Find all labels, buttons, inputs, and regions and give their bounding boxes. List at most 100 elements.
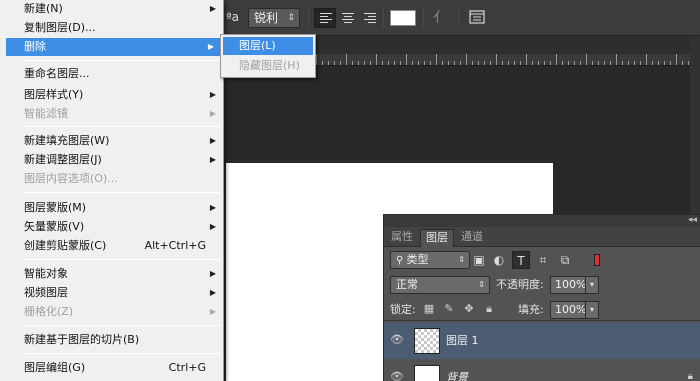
eye-icon[interactable]: 👁︎ (390, 371, 404, 381)
chevron-updown-icon: ⇕ (287, 13, 295, 23)
ruler-tick (442, 61, 443, 65)
menu-item-duplicate[interactable]: 复制图层(D)... (0, 19, 222, 37)
panels-icon[interactable] (468, 8, 486, 28)
menu-item-layer-style[interactable]: 图层样式(Y) ▶ (0, 86, 222, 104)
menu-item-create-clipping-mask[interactable]: 创建剪贴蒙版(C) Alt+Ctrl+G (0, 237, 222, 255)
ruler-tick (334, 61, 335, 65)
lock-label: 锁定: (390, 303, 416, 316)
ruler-tick (556, 54, 557, 65)
layers-panel: ◂◂ 属性 图层 通道 ⚲ 类型 ⇕ ▣ ◐ T ⌗ ⧉ 正常 ⇕ 不透明度: … (383, 214, 700, 381)
chevron-updown-icon: ⇕ (478, 280, 485, 289)
ruler-tick (490, 61, 491, 65)
ruler-tick (376, 54, 377, 65)
submenu-arrow-icon: ▶ (209, 269, 216, 278)
shape-filter-icon[interactable]: ⌗ (534, 251, 552, 269)
image-filter-icon[interactable]: ▣ (470, 251, 488, 269)
layer-thumbnail (414, 328, 440, 354)
vertical-scrollbar[interactable] (690, 36, 700, 216)
menu-item-group-layers[interactable]: 图层编组(G) Ctrl+G (0, 359, 222, 377)
menu-item-label: 矢量蒙版(V) (24, 220, 85, 233)
ruler-tick (496, 54, 497, 65)
ruler-tick (454, 61, 455, 65)
toolbar-divider (383, 8, 384, 28)
menu-item-new[interactable]: 新建(N) ▶ (0, 0, 222, 18)
menu-item-video-layers[interactable]: 视频图层 ▶ (0, 284, 222, 302)
smart-object-filter-icon[interactable]: ⧉ (556, 251, 574, 269)
opacity-input[interactable]: 100% (550, 276, 586, 294)
submenu-arrow-icon: ▶ (209, 155, 216, 164)
layer-row[interactable]: 👁︎ 图层 1 (384, 323, 700, 359)
menu-divider (22, 353, 220, 354)
ruler-tick (412, 61, 413, 65)
menu-item-new-fill-layer[interactable]: 新建填充图层(W) ▶ (0, 132, 222, 150)
ruler-tick (604, 61, 605, 65)
menu-item-smart-object[interactable]: 智能对象 ▶ (0, 265, 222, 283)
menu-item-layer-mask[interactable]: 图层蒙版(M) ▶ (0, 199, 222, 217)
menu-item-new-adjustment-layer[interactable]: 新建调整图层(J) ▶ (0, 151, 222, 169)
ruler-tick (508, 61, 509, 65)
text-color-swatch[interactable] (390, 10, 416, 26)
lock-all-icon[interactable]: 🔒︎ (482, 301, 496, 317)
ruler-tick (352, 61, 353, 65)
ruler-tick (460, 61, 461, 65)
menu-item-shortcut: Alt+Ctrl+G (144, 239, 206, 252)
tab-channels[interactable]: 通道 (456, 229, 488, 247)
ruler-tick (484, 61, 485, 65)
lock-transparency-icon[interactable]: ▦ (422, 301, 436, 317)
menu-item-label: 智能对象 (24, 267, 68, 280)
ruler-tick (448, 61, 449, 65)
menu-item-vector-mask[interactable]: 矢量蒙版(V) ▶ (0, 218, 222, 236)
tab-layers[interactable]: 图层 (420, 229, 454, 247)
collapse-icon[interactable]: ◂◂ (688, 215, 697, 225)
align-right-icon[interactable] (358, 8, 380, 28)
align-left-icon[interactable] (314, 8, 336, 28)
type-filter-icon[interactable]: T (512, 251, 530, 269)
menu-item-rename[interactable]: 重命名图层... (0, 65, 222, 83)
adjustment-filter-icon[interactable]: ◐ (490, 251, 508, 269)
align-center-icon[interactable] (336, 8, 358, 28)
menu-item-shortcut: Ctrl+G (168, 361, 206, 374)
ruler-tick (400, 61, 401, 65)
ruler-tick (526, 54, 527, 65)
menu-item-label: 重命名图层... (24, 67, 90, 80)
fill-input[interactable]: 100% (550, 301, 586, 319)
menu-item-label: 新建(N) (24, 2, 63, 15)
ruler-tick (406, 54, 407, 65)
chevron-down-icon[interactable]: ▾ (585, 301, 599, 319)
ruler-tick (550, 61, 551, 65)
submenu-arrow-icon: ▶ (209, 4, 216, 13)
filter-type-select[interactable]: ⚲ 类型 ⇕ (390, 251, 470, 269)
chevron-down-icon[interactable]: ▾ (585, 276, 599, 294)
blend-row: 正常 ⇕ 不透明度: 100% ▾ (384, 273, 700, 297)
menu-item-delete[interactable]: 删除 ▶ (6, 38, 220, 56)
ruler-tick (562, 61, 563, 65)
menu-divider (22, 126, 220, 127)
menu-item-label: 新建填充图层(W) (24, 134, 110, 147)
filter-toggle-icon[interactable] (588, 251, 606, 269)
submenu-arrow-icon: ▶ (209, 222, 216, 231)
anti-alias-value: 锐利 (254, 11, 279, 25)
anti-alias-label: ªa (226, 10, 240, 24)
anti-alias-select[interactable]: 锐利 ⇕ (248, 8, 300, 28)
layer-row[interactable]: 👁︎ 背景 🔒︎ (384, 360, 700, 381)
submenu-arrow-icon: ▶ (209, 90, 216, 99)
tab-properties[interactable]: 属性 (386, 229, 418, 247)
lock-position-icon[interactable]: ✥ (462, 301, 476, 317)
ruler-tick (340, 61, 341, 65)
ruler-tick (598, 61, 599, 65)
submenu-arrow-icon: ▶ (209, 288, 216, 297)
layer-thumbnail (414, 365, 440, 381)
blend-mode-select[interactable]: 正常 ⇕ (390, 276, 490, 294)
ruler-tick (580, 61, 581, 65)
toolbar-divider (458, 8, 459, 28)
toolbar-divider (423, 8, 424, 28)
lock-image-icon[interactable]: ✎ (442, 301, 456, 317)
ruler-tick (364, 61, 365, 65)
menu-item-label: 新建基于图层的切片(B) (24, 333, 140, 346)
menu-item-label: 栅格化(Z) (24, 305, 74, 318)
submenu-item-layer[interactable]: 图层(L) (223, 37, 313, 55)
eye-icon[interactable]: 👁︎ (390, 334, 404, 346)
menu-item-new-layer-based-slice[interactable]: 新建基于图层的切片(B) (0, 331, 222, 349)
ruler-tick (430, 61, 431, 65)
warp-text-icon[interactable]: ⺅ (430, 8, 450, 28)
